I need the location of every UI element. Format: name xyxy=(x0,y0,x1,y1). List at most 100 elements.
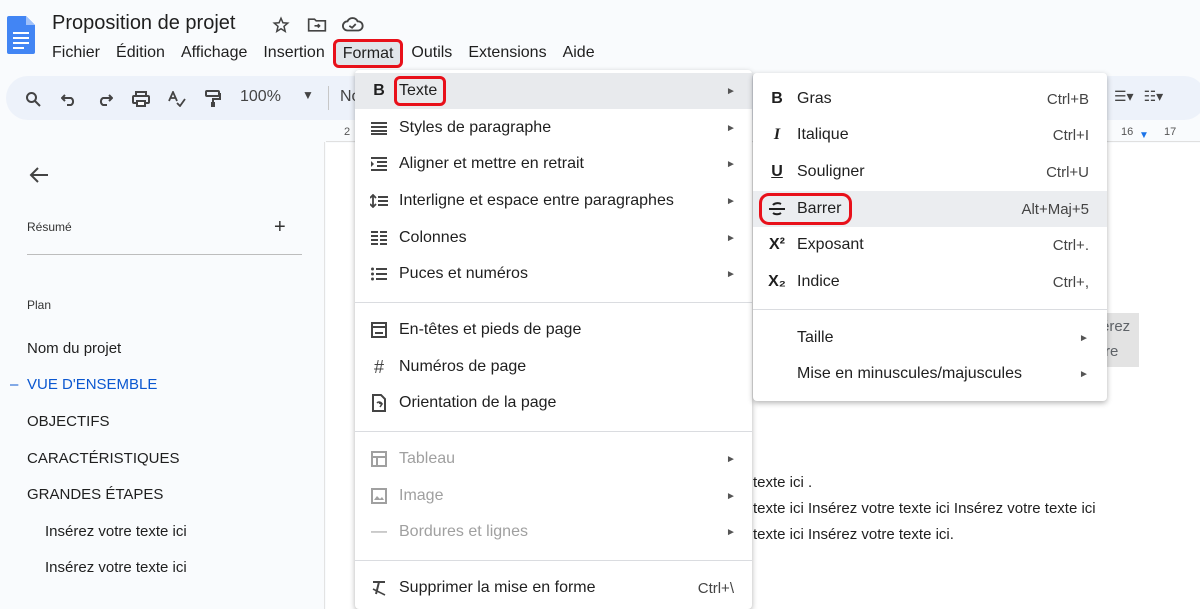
paragraph-styles-icon xyxy=(369,118,389,138)
menu-item-label: En-têtes et pieds de page xyxy=(399,321,582,338)
submenu-item-barrer[interactable]: Barrer Alt+Maj+5 xyxy=(753,191,1107,227)
menu-item-styles-paragraphe[interactable]: Styles de paragraphe ► xyxy=(355,110,752,146)
menu-divider xyxy=(355,302,752,303)
submenu-arrow-icon: ► xyxy=(1079,332,1089,344)
submenu-item-taille[interactable]: Taille ► xyxy=(753,320,1107,356)
submenu-item-label: Mise en minuscules/majuscules xyxy=(797,365,1022,382)
outline-item[interactable]: GRANDES ÉTAPES xyxy=(27,486,163,503)
submenu-item-gras[interactable]: B Gras Ctrl+B xyxy=(753,81,1107,117)
menu-affichage[interactable]: Affichage xyxy=(173,44,255,64)
outline-item-active[interactable]: VUE D'ENSEMBLE xyxy=(27,376,157,393)
move-folder-icon[interactable] xyxy=(306,14,328,36)
columns-icon xyxy=(369,228,389,248)
menu-fichier[interactable]: Fichier xyxy=(44,44,108,64)
submenu-item-shortcut: Alt+Maj+5 xyxy=(1021,200,1089,218)
search-menus-icon[interactable] xyxy=(22,88,44,110)
ruler-number: 17 xyxy=(1164,126,1177,138)
redo-icon[interactable] xyxy=(94,88,116,110)
submenu-item-label: Taille xyxy=(797,329,834,346)
header-footer-icon xyxy=(369,320,389,340)
submenu-arrow-icon: ► xyxy=(726,85,736,97)
submenu-arrow-icon: ► xyxy=(726,122,736,134)
menu-item-label: Colonnes xyxy=(399,229,467,246)
submenu-arrow-icon: ► xyxy=(726,526,736,538)
menu-aide[interactable]: Aide xyxy=(555,44,603,64)
barrer-highlight-box xyxy=(759,193,852,225)
line-spacing-icon xyxy=(369,191,389,211)
bulleted-list-icon[interactable]: ☷▾ xyxy=(1144,88,1164,105)
outline-subitem[interactable]: Insérez votre texte ici xyxy=(45,523,187,540)
menu-item-label: Image xyxy=(399,487,444,504)
menu-item-numeros-page[interactable]: # Numéros de page xyxy=(355,349,752,385)
texte-highlight-box xyxy=(394,76,446,106)
menu-edition[interactable]: Édition xyxy=(108,44,173,64)
submenu-item-shortcut: Ctrl+, xyxy=(1052,273,1089,291)
submenu-item-casse[interactable]: Mise en minuscules/majuscules ► xyxy=(753,356,1107,392)
menu-divider xyxy=(355,431,752,432)
menu-item-supprimer-mise-en-forme[interactable]: Supprimer la mise en forme Ctrl+\ xyxy=(355,570,752,606)
menu-item-entetes[interactable]: En-têtes et pieds de page xyxy=(355,312,752,348)
menu-item-label: Puces et numéros xyxy=(399,265,528,282)
submenu-item-shortcut: Ctrl+. xyxy=(1052,236,1089,254)
menu-item-interligne[interactable]: Interligne et espace entre paragraphes ► xyxy=(355,183,752,219)
menu-item-orientation[interactable]: Orientation de la page xyxy=(355,385,752,421)
superscript-icon: X² xyxy=(769,236,785,253)
menu-extensions[interactable]: Extensions xyxy=(460,44,554,64)
zoom-select[interactable]: 100% xyxy=(240,88,281,106)
submenu-item-exposant[interactable]: X² Exposant Ctrl+. xyxy=(753,227,1107,263)
summary-label: Résumé xyxy=(27,220,72,234)
submenu-item-label: Indice xyxy=(797,273,840,290)
bold-icon: B xyxy=(771,90,783,107)
indent-marker-icon[interactable]: ▼ xyxy=(1139,130,1149,141)
zoom-dropdown-icon[interactable]: ▼ xyxy=(302,88,314,102)
clear-formatting-icon xyxy=(369,578,389,598)
document-title[interactable]: Proposition de projet xyxy=(52,12,235,35)
outline-item[interactable]: OBJECTIFS xyxy=(27,413,110,430)
submenu-arrow-icon: ► xyxy=(1079,368,1089,380)
menu-item-colonnes[interactable]: Colonnes ► xyxy=(355,220,752,256)
document-outline-panel: Résumé + Plan Nom du projet – VUE D'ENSE… xyxy=(0,142,325,609)
back-arrow-icon[interactable] xyxy=(28,164,50,186)
spellcheck-icon[interactable] xyxy=(166,88,188,110)
menu-item-shortcut: Ctrl+\ xyxy=(697,579,734,597)
submenu-item-italique[interactable]: I Italique Ctrl+I xyxy=(753,117,1107,153)
hash-icon: # xyxy=(373,356,384,377)
menu-item-label: Aligner et mettre en retrait xyxy=(399,155,584,172)
menu-item-label: Bordures et lignes xyxy=(399,523,528,540)
menu-item-label: Tableau xyxy=(399,450,456,467)
checklist-icon[interactable]: ☰▾ xyxy=(1114,88,1134,105)
toolbar-divider xyxy=(328,86,329,110)
submenu-item-indice[interactable]: X₂ Indice Ctrl+, xyxy=(753,264,1107,300)
add-summary-icon[interactable]: + xyxy=(274,216,286,239)
star-icon[interactable] xyxy=(270,14,292,36)
menu-insertion[interactable]: Insertion xyxy=(255,44,332,64)
submenu-item-shortcut: Ctrl+I xyxy=(1052,126,1089,144)
submenu-item-shortcut: Ctrl+B xyxy=(1046,90,1089,108)
toolbar-right: ☰▾ ☷▾ xyxy=(1114,88,1163,105)
menu-item-texte[interactable]: B Texte ► xyxy=(355,73,752,109)
print-icon[interactable] xyxy=(130,88,152,110)
page-orientation-icon xyxy=(369,393,389,413)
submenu-arrow-icon: ► xyxy=(726,195,736,207)
title-actions xyxy=(270,14,364,36)
summary-divider xyxy=(27,254,302,255)
submenu-item-souligner[interactable]: U Souligner Ctrl+U xyxy=(753,154,1107,190)
menu-item-tableau: Tableau ► xyxy=(355,441,752,477)
menu-format[interactable]: Format xyxy=(332,39,404,68)
menu-item-puces[interactable]: Puces et numéros ► xyxy=(355,256,752,292)
underline-icon: U xyxy=(771,163,783,180)
docs-logo-icon[interactable] xyxy=(7,16,35,54)
outline-item[interactable]: Nom du projet xyxy=(27,340,121,357)
submenu-divider xyxy=(753,309,1107,310)
submenu-arrow-icon: ► xyxy=(726,453,736,465)
undo-icon[interactable] xyxy=(58,88,80,110)
menu-outils[interactable]: Outils xyxy=(403,44,460,64)
bullets-icon xyxy=(369,264,389,284)
paint-format-icon[interactable] xyxy=(202,88,224,110)
outline-subitem[interactable]: Insérez votre texte ici xyxy=(45,559,187,576)
doc-text-fragment: re xyxy=(1105,343,1119,360)
cloud-status-icon[interactable] xyxy=(342,14,364,36)
menu-item-aligner[interactable]: Aligner et mettre en retrait ► xyxy=(355,146,752,182)
outline-item[interactable]: CARACTÉRISTIQUES xyxy=(27,450,180,467)
menu-item-label: Orientation de la page xyxy=(399,394,557,411)
